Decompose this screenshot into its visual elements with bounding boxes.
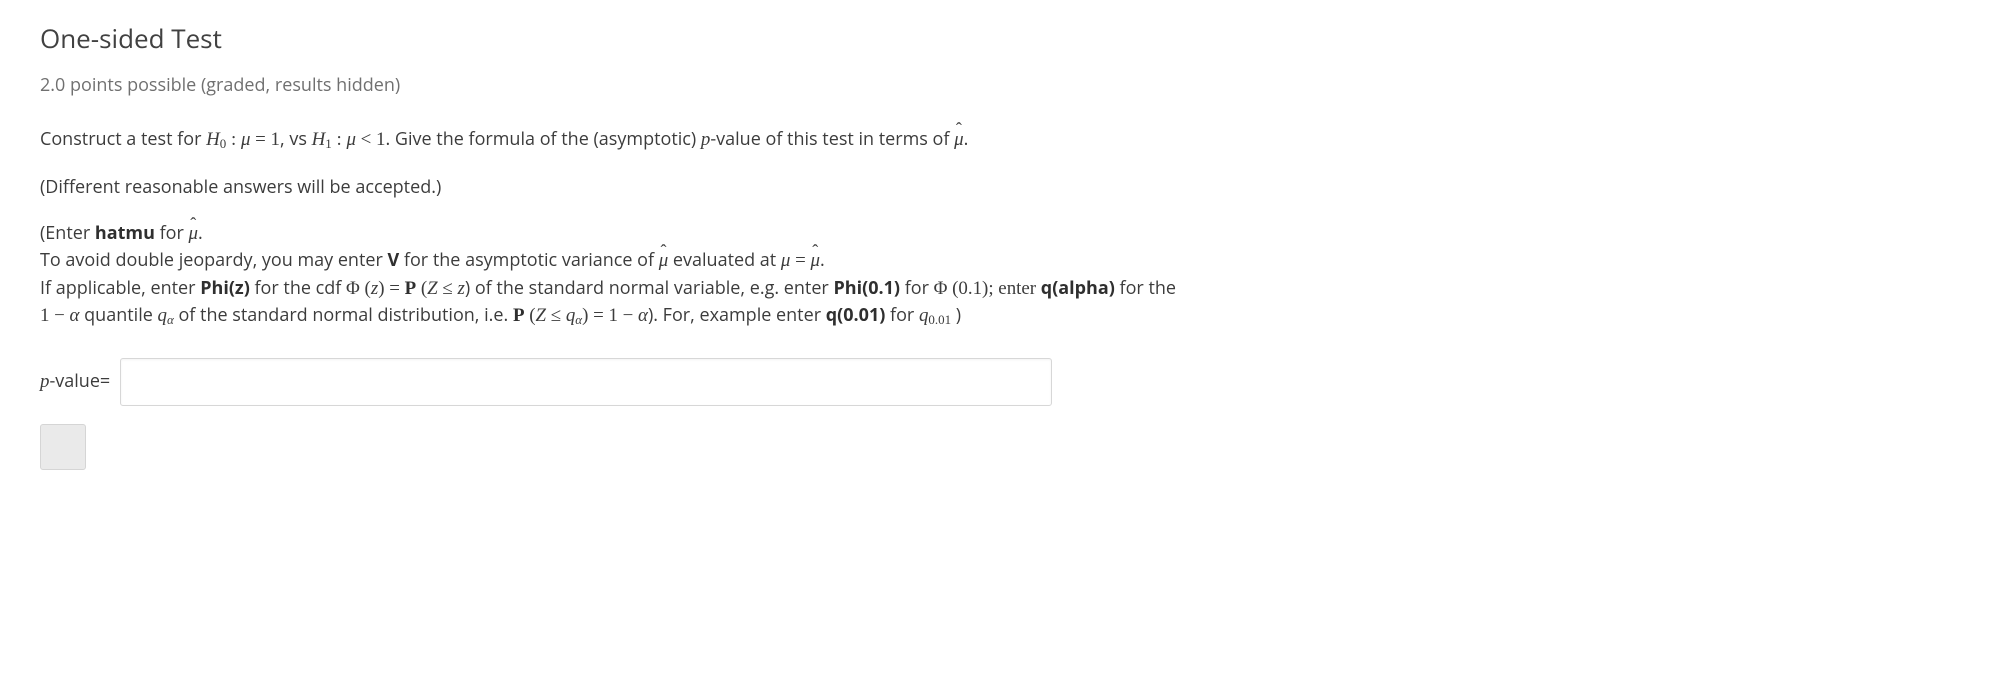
points-possible: 2.0 points possible (graded, results hid…: [40, 72, 1970, 98]
answer-row: p-value=: [40, 358, 1970, 406]
input-instructions: (Enter hatmu for μ. To avoid double jeop…: [40, 220, 1970, 330]
submit-button[interactable]: [40, 424, 86, 470]
answer-label: p-value=: [40, 368, 110, 395]
p-value-input[interactable]: [120, 358, 1052, 406]
mu-hat: μ: [954, 126, 963, 153]
problem-title: One-sided Test: [40, 20, 1970, 58]
note-accepted-answers: (Different reasonable answers will be ac…: [40, 174, 1970, 200]
prompt-construct-test: Construct a test for H0 : μ = 1, vs H1 :…: [40, 126, 1970, 154]
